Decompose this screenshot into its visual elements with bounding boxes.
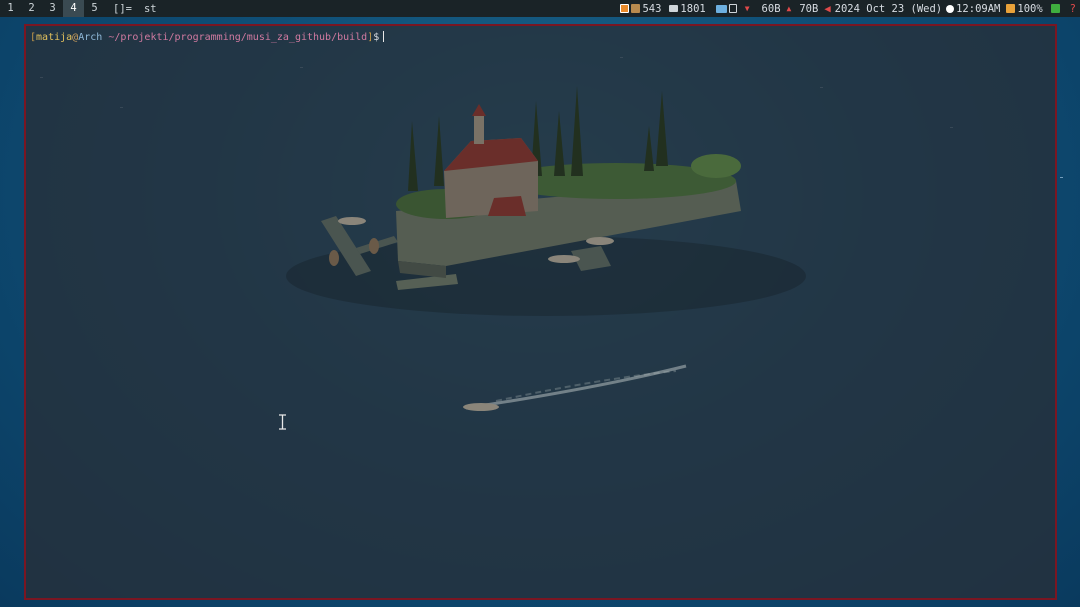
prompt-host: Arch	[78, 32, 103, 43]
down-arrow-icon: ▼	[744, 4, 750, 13]
prompt-path: ~/projekti/programming/musi_za_github/bu…	[108, 32, 368, 43]
updates-widget: 543	[620, 3, 661, 15]
shell-prompt[interactable]: [matija@Arch ~/projekti/programming/musi…	[30, 31, 385, 43]
terminal-window[interactable]: [matija@Arch ~/projekti/programming/musi…	[24, 24, 1057, 600]
layout-indicator[interactable]: []=	[113, 3, 132, 15]
network-icon	[715, 4, 727, 13]
status-area: 543 1801 ▼ 60B ▲ 70B ◀ 2024 Oct 23 (Wed)…	[620, 0, 1076, 17]
battery-widget: 100%	[1006, 2, 1043, 15]
prompt-user: matija	[36, 32, 73, 43]
text-cursor	[383, 31, 385, 42]
island-background-art	[286, 86, 806, 411]
workspace-5[interactable]: 5	[84, 0, 105, 17]
prompt-dollar: $	[373, 32, 380, 43]
clock-widget: 12:09AM	[946, 3, 1000, 15]
date-text: 2024 Oct 23 (Wed)	[834, 2, 943, 15]
network-widget: ▼ 60B ▲ 70B	[715, 2, 819, 15]
mail-count: 1801	[680, 2, 706, 15]
workspace-3[interactable]: 3	[42, 0, 63, 17]
ibeam-cursor-icon	[279, 414, 286, 430]
window-title: st	[143, 2, 157, 15]
clock-icon	[946, 4, 955, 13]
net-down-value: 60B	[761, 2, 781, 15]
battery-icon	[1006, 4, 1016, 13]
terminal-icon	[620, 4, 630, 13]
mail-widget: 1801	[669, 2, 706, 15]
top-status-bar: 1 2 3 4 5 []= st 543 1801 ▼ 60B ▲ 70B ◀ …	[0, 0, 1080, 17]
package-count: 543	[642, 2, 662, 15]
volume-icon: ◀	[824, 2, 831, 15]
close-icon[interactable]	[1050, 4, 1060, 13]
battery-text: 100%	[1017, 2, 1043, 15]
net-up-value: 70B	[799, 2, 819, 15]
workspace-2[interactable]: 2	[21, 0, 42, 17]
display-icon	[728, 4, 737, 13]
help-icon[interactable]: ?	[1070, 3, 1076, 15]
package-icon	[631, 4, 641, 13]
workspace-1[interactable]: 1	[0, 0, 21, 17]
up-arrow-icon: ▲	[786, 4, 792, 13]
mail-icon	[669, 5, 679, 12]
workspace-4[interactable]: 4	[63, 0, 84, 17]
time-text: 12:09AM	[956, 2, 1001, 15]
